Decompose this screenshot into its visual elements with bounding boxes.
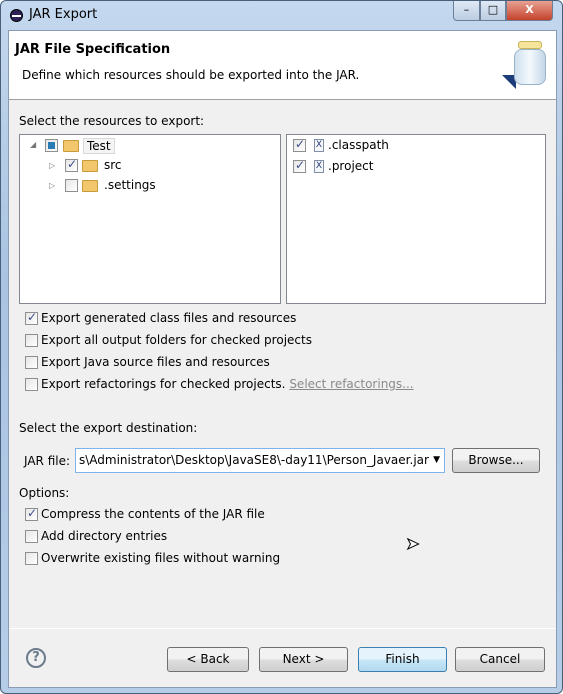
overwrite-checkbox[interactable]	[25, 552, 38, 565]
export-refactorings-checkbox[interactable]	[25, 378, 38, 391]
export-class-files-checkbox[interactable]	[25, 310, 38, 325]
overwrite-label[interactable]: Overwrite existing files without warning	[41, 551, 280, 565]
file-item-project[interactable]: .project	[328, 159, 373, 173]
dialog-client: JAR File Specification Define which reso…	[8, 30, 557, 688]
xml-file-icon: X	[314, 160, 324, 173]
xml-file-icon: X	[314, 139, 324, 152]
back-button[interactable]: < Back	[167, 647, 249, 672]
add-directory-entries-label[interactable]: Add directory entries	[41, 529, 167, 543]
tree-checkbox-settings[interactable]	[65, 179, 78, 192]
tree-checkbox-test[interactable]	[45, 139, 58, 152]
collapse-arrow-icon[interactable]: ◢	[30, 140, 36, 149]
file-list[interactable]: X .classpath X .project	[286, 134, 546, 304]
next-button[interactable]: Next >	[259, 647, 348, 672]
maximize-button[interactable]: □	[480, 1, 506, 21]
jar-file-combo[interactable]: s\Administrator\Desktop\JavaSE8\-day11\P…	[75, 448, 445, 473]
tree-checkbox-src[interactable]	[65, 157, 78, 172]
select-refactorings-link[interactable]: Select refactorings...	[289, 377, 413, 391]
minimize-button[interactable]: –	[453, 1, 480, 21]
export-output-folders-label[interactable]: Export all output folders for checked pr…	[41, 333, 312, 347]
compress-label[interactable]: Compress the contents of the JAR file	[41, 507, 265, 521]
cancel-button[interactable]: Cancel	[455, 647, 545, 672]
compress-checkbox[interactable]	[25, 506, 38, 521]
expand-arrow-icon[interactable]: ▷	[49, 181, 55, 190]
resource-tree[interactable]: ◢ Test ▷ src ▷ .settings	[19, 134, 281, 304]
wizard-header: JAR File Specification Define which reso…	[9, 31, 556, 100]
tree-item-src[interactable]: src	[104, 158, 122, 172]
finish-button[interactable]: Finish	[358, 647, 447, 672]
help-icon[interactable]: ?	[26, 648, 46, 668]
export-refactorings-text: Export refactorings for checked projects…	[41, 377, 286, 391]
folder-icon	[82, 180, 98, 192]
page-title: JAR File Specification	[15, 42, 171, 57]
jar-icon	[514, 41, 546, 85]
project-folder-icon	[63, 140, 79, 152]
dropdown-arrow-icon[interactable]: ▼	[433, 449, 440, 472]
footer-separator	[9, 628, 556, 629]
page-description: Define which resources should be exporte…	[22, 68, 360, 82]
window-title: JAR Export	[29, 7, 98, 22]
export-source-files-checkbox[interactable]	[25, 356, 38, 369]
jar-file-label: JAR file:	[24, 454, 71, 468]
file-checkbox-classpath[interactable]	[293, 137, 306, 152]
tree-item-test[interactable]: Test	[83, 138, 115, 154]
browse-button[interactable]: Browse...	[452, 448, 540, 473]
resources-label: Select the resources to export:	[19, 114, 205, 128]
add-directory-entries-checkbox[interactable]	[25, 530, 38, 543]
file-item-classpath[interactable]: .classpath	[328, 138, 389, 152]
package-folder-icon	[82, 160, 98, 172]
options-label: Options:	[19, 486, 70, 500]
eclipse-icon	[10, 9, 23, 22]
expand-arrow-icon[interactable]: ▷	[49, 161, 55, 170]
export-class-files-label[interactable]: Export generated class files and resourc…	[41, 311, 296, 325]
file-checkbox-project[interactable]	[293, 158, 306, 173]
export-output-folders-checkbox[interactable]	[25, 334, 38, 347]
export-source-files-label[interactable]: Export Java source files and resources	[41, 355, 270, 369]
export-refactorings-label[interactable]: Export refactorings for checked projects…	[41, 377, 414, 391]
tree-item-settings[interactable]: .settings	[104, 178, 156, 192]
jar-export-window: JAR Export – □ X JAR File Specification …	[0, 0, 563, 694]
close-button[interactable]: X	[506, 1, 553, 21]
mouse-cursor-icon: ➤	[405, 534, 420, 554]
jar-file-value: s\Administrator\Desktop\JavaSE8\-day11\P…	[79, 453, 429, 467]
destination-label: Select the export destination:	[19, 421, 198, 435]
